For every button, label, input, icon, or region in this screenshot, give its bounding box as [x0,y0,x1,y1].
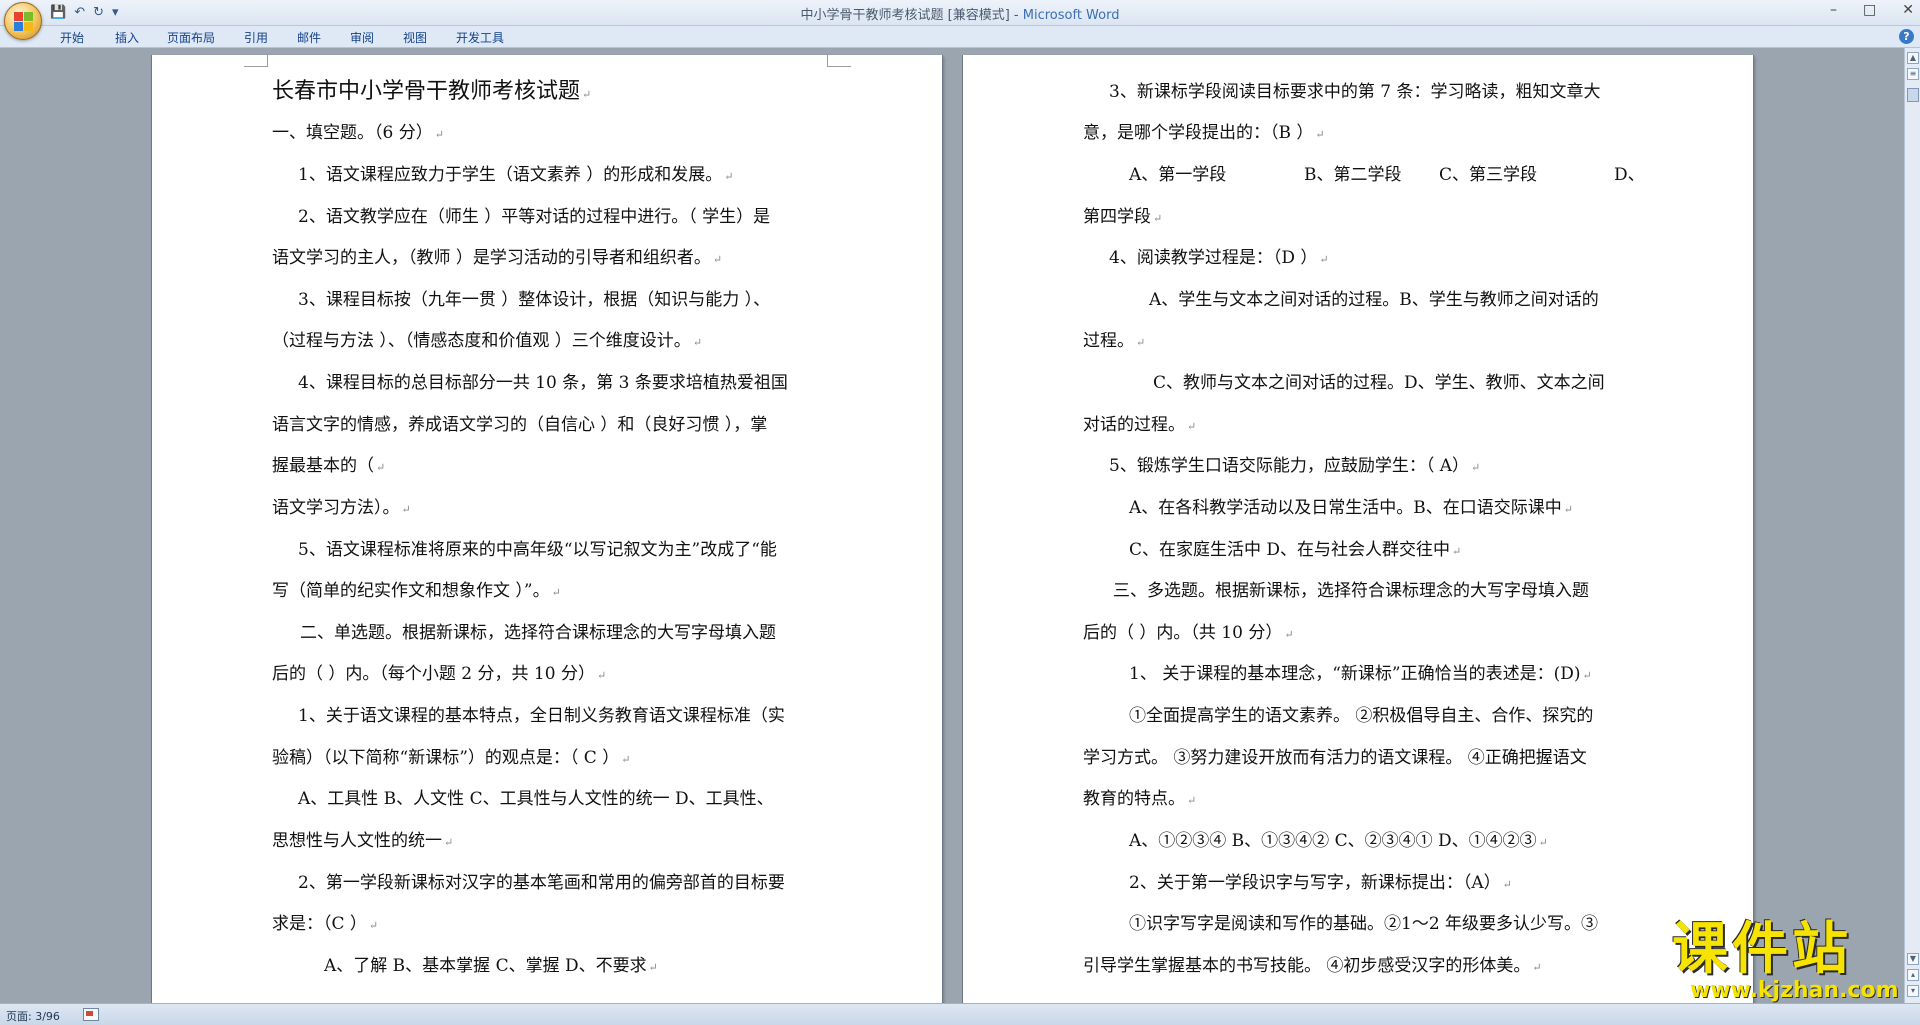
tab-developer[interactable]: 开发工具 [456,29,504,46]
proofing-status-icon[interactable] [83,1008,99,1021]
text-line: 过程。 ↵ [1083,331,1146,351]
text-line: C、教师与文本之间对话的过程。D、学生、教师、文本之间 [1153,373,1605,393]
text-line: （过程与方法 ）、（情感态度和价值观 ）三个维度设计。 ↵ [272,331,703,351]
text-line: 引导学生掌握基本的书写技能。 ④初步感受汉字的形体美。 ↵ [1083,956,1542,976]
document-title: 中小学骨干教师考核试题 [兼容模式] - [800,8,1023,23]
text-line: 5、锻炼学生口语交际能力，应鼓励学生：（ A） ↵ [1109,456,1481,476]
text-line: 后的（ ）内。（共 10 分） ↵ [1083,623,1294,643]
next-page-icon[interactable]: ▾ [1907,985,1919,997]
watermark-text: 课件站 [1672,917,1852,982]
window-controls: – □ ✕ [1830,2,1914,18]
text-line: A、了解 B、基本掌握 C、掌握 D、不要求 ↵ [324,956,658,976]
text-line: 学习方式。 ③努力建设开放而有活力的语文课程。 ④正确把握语文 [1083,748,1587,768]
text-line: 2、第一学段新课标对汉字的基本笔画和常用的偏旁部首的目标要 [298,873,785,893]
text-line: 4、课程目标的总目标部分一共 10 条，第 3 条要求培植热爱祖国 [298,373,788,393]
tab-insert[interactable]: 插入 [115,29,139,46]
text-line: 2、语文教学应在（师生 ）平等对话的过程中进行。（ 学生）是 [298,207,771,227]
help-icon[interactable]: ? [1899,29,1914,44]
scroll-thumb[interactable] [1907,88,1919,102]
text-line: A、工具性 B、人文性 C、工具性与人文性的统一 D、工具性、 [298,789,774,809]
office-button[interactable] [4,2,42,40]
page-text-left: 长春市中小学骨干教师考核试题 ↵ 一、填空题。（6 分） ↵ 1、语文课程应致力于学… [152,55,942,1003]
text-line: C、在家庭生活中 D、在与社会人群交往中 ↵ [1129,540,1462,560]
text-line: 第四学段 ↵ [1083,207,1163,227]
text-line: 三、多选题。根据新课标，选择符合课标理念的大写字母填入题 [1113,581,1589,601]
maximize-button[interactable]: □ [1863,2,1876,18]
document-page-right[interactable]: 3、新课标学段阅读目标要求中的第 7 条：学习略读，粗知文章大 意，是哪个学段提… [963,55,1753,1003]
text-line: 对话的过程。 ↵ [1083,415,1197,435]
scroll-up-icon[interactable]: ▲ [1907,52,1919,64]
text-line: 5、语文课程标准将原来的中高年级“以写记叙文为主”改成了“能 [298,540,777,560]
text-line: 意，是哪个学段提出的：（B ） ↵ [1083,123,1325,143]
ruler-toggle-icon[interactable]: ≡ [1907,68,1919,80]
site-watermark: 课件站 www.kjzhan.com [1672,920,1904,1004]
tab-view[interactable]: 视图 [403,29,427,46]
office-logo-icon [14,12,34,32]
text-line: 语文学习的主人，（教师 ）是学习活动的引导者和组织者。 ↵ [272,248,723,268]
text-line: A、第一学段 [1129,165,1227,185]
text-line: 验稿）（以下简称“新课标”）的观点是：（ C ） ↵ [272,748,631,768]
document-page-left[interactable]: 长春市中小学骨干教师考核试题 ↵ 一、填空题。（6 分） ↵ 1、语文课程应致力于学… [152,55,942,1003]
text-line: 语文学习方法）。 ↵ [272,498,411,518]
previous-page-icon[interactable]: ▴ [1907,969,1919,981]
vertical-scrollbar[interactable]: ▲ ≡ ▼ ▴ ▾ [1904,48,1920,1003]
text-line: ①全面提高学生的语文素养。 ②积极倡导自主、合作、探究的 [1129,706,1594,726]
tab-home[interactable]: 开始 [60,29,84,46]
tab-references[interactable]: 引用 [244,29,268,46]
text-line: 写（简单的纪实作文和想象作文 ）”。 ↵ [272,581,561,601]
text-line: 一、填空题。（6 分） ↵ [272,123,444,143]
page-text-right: 3、新课标学段阅读目标要求中的第 7 条：学习略读，粗知文章大 意，是哪个学段提… [963,55,1753,1003]
text-line: 1、语文课程应致力于学生（语文素养 ）的形成和发展。 ↵ [298,165,734,185]
text-line: 后的（ ）内。（每个小题 2 分，共 10 分） ↵ [272,664,607,684]
scroll-down-icon[interactable]: ▼ [1907,953,1919,965]
text-line: 1、 关于课程的基本理念，“新课标”正确恰当的表述是：(D) ↵ [1129,664,1592,684]
text-line: 二、单选题。根据新课标，选择符合课标理念的大写字母填入题 [300,623,776,643]
text-line: 教育的特点。 ↵ [1083,789,1197,809]
window-title: 中小学骨干教师考核试题 [兼容模式] - Microsoft Word [0,4,1920,23]
ribbon-tabs: 开始 插入 页面布局 引用 邮件 审阅 视图 开发工具 ? [0,26,1920,48]
page-indicator[interactable]: 页面: 3/96 [6,1008,60,1024]
document-heading: 长春市中小学骨干教师考核试题 ↵ [272,79,592,104]
text-line: 3、新课标学段阅读目标要求中的第 7 条：学习略读，粗知文章大 [1109,82,1601,102]
tab-review[interactable]: 审阅 [350,29,374,46]
tab-page-layout[interactable]: 页面布局 [167,29,215,46]
text-line: ①识字写字是阅读和写作的基础。②1～2 年级要多认少写。③ [1129,914,1599,934]
text-line: 语言文字的情感，养成语文学习的（自信心 ）和（良好习惯 ），掌 [272,415,768,435]
text-line: D、 [1614,165,1645,185]
text-line: 3、课程目标按（九年一贯 ）整体设计，根据（知识与能力 ）、 [298,290,771,310]
text-line: 1、关于语文课程的基本特点，全日制义务教育语文课程标准（实 [298,706,785,726]
app-name: Microsoft Word [1022,8,1120,23]
tab-mailings[interactable]: 邮件 [297,29,321,46]
text-line: 握最基本的（ ↵ [272,456,386,476]
close-button[interactable]: ✕ [1902,2,1914,18]
text-line: 4、阅读教学过程是：（D ） ↵ [1109,248,1329,268]
text-line: A、学生与文本之间对话的过程。B、学生与教师之间对话的 [1149,290,1599,310]
watermark-url: www.kjzhan.com [1690,978,1899,1003]
status-bar: 页面: 3/96 [0,1003,1920,1025]
text-line: 思想性与人文性的统一 ↵ [272,831,454,851]
text-line: C、第三学段 [1439,165,1538,185]
text-line: B、第二学段 [1304,165,1402,185]
title-bar: 💾 ↶ ↻ ▾ 中小学骨干教师考核试题 [兼容模式] - Microsoft W… [0,0,1920,40]
text-line: A、①②③④ B、①③④② C、②③④① D、①④②③ ↵ [1129,831,1548,851]
minimize-button[interactable]: – [1830,2,1837,18]
document-area[interactable]: 长春市中小学骨干教师考核试题 ↵ 一、填空题。（6 分） ↵ 1、语文课程应致力于学… [0,48,1904,1003]
text-line: 2、关于第一学段识字与写字，新课标提出：（A） ↵ [1129,873,1512,893]
text-line: 求是：（C ） ↵ [272,914,379,934]
text-line: A、在各科教学活动以及日常生活中。B、在口语交际课中 ↵ [1129,498,1573,518]
